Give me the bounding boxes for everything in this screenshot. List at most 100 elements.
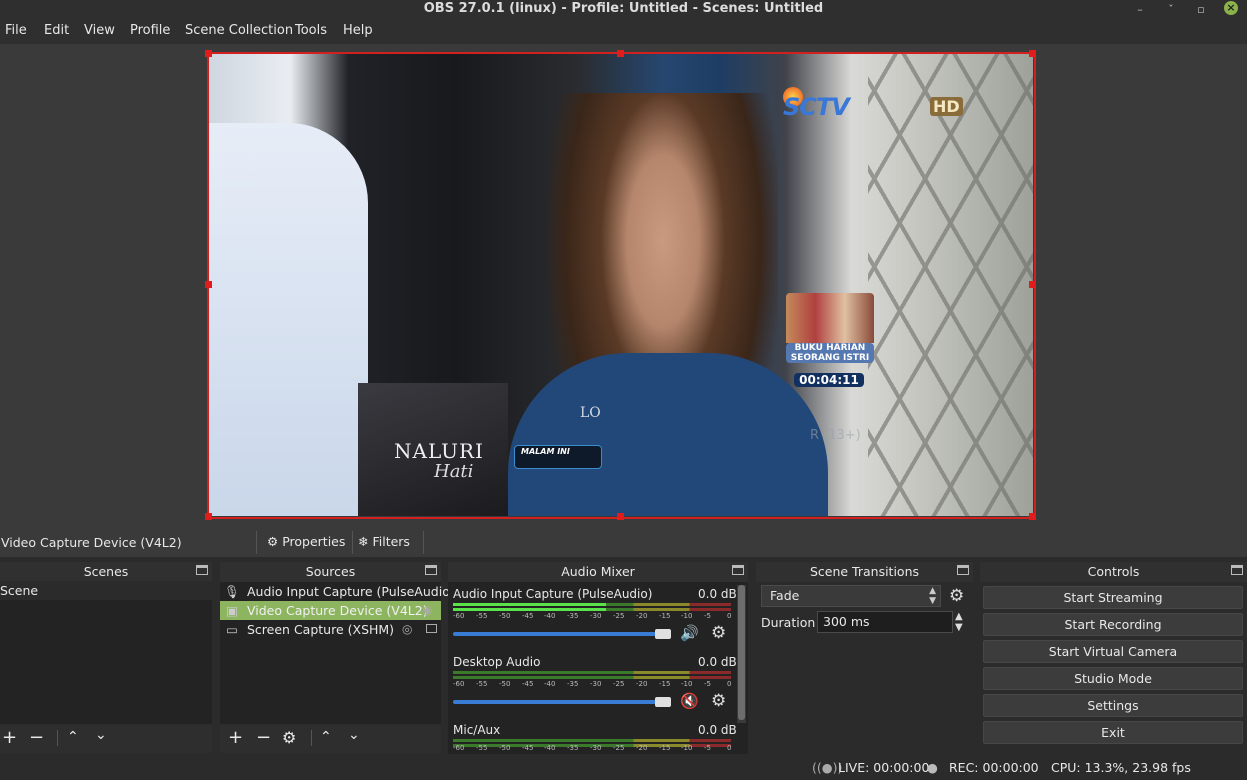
meter-tick-label: -30 <box>590 612 602 620</box>
meter-tick-label: -10 <box>681 744 693 752</box>
meter-tick-label: -35 <box>567 680 579 688</box>
mixer-channel-name: Desktop Audio <box>453 655 541 669</box>
start-virtual-camera-button[interactable]: Start Virtual Camera <box>983 640 1243 663</box>
meter-tick-label: -35 <box>567 744 579 752</box>
meter-tick-label: -60 <box>453 612 465 620</box>
meter-tick-label: -40 <box>544 612 556 620</box>
undock-icon[interactable] <box>732 565 744 575</box>
camera-icon: ▣ <box>226 603 238 618</box>
filters-button[interactable]: ❄ Filters <box>358 534 410 549</box>
meter-tick-label: -40 <box>544 744 556 752</box>
meter-tick-label: -25 <box>613 612 625 620</box>
resize-handle[interactable] <box>1029 513 1036 520</box>
gear-icon[interactable]: ⚙ <box>282 728 296 747</box>
resize-handle[interactable] <box>617 50 624 57</box>
exit-button[interactable]: Exit <box>983 721 1243 744</box>
lock-icon[interactable] <box>426 624 437 633</box>
speaker-icon[interactable]: 🔊 <box>680 624 699 642</box>
controls-title: Controls <box>1087 564 1140 579</box>
meter-tick-label: -50 <box>499 744 511 752</box>
resize-handle[interactable] <box>205 281 212 288</box>
visibility-eye-icon[interactable]: ◉ <box>422 601 432 620</box>
resize-handle[interactable] <box>1029 50 1036 57</box>
meter-tick-label: -25 <box>613 680 625 688</box>
scene-item[interactable]: Scene <box>0 581 212 600</box>
maximize-icon[interactable]: ▫ <box>1192 1 1210 19</box>
selection-border <box>207 52 1036 519</box>
gear-icon[interactable]: ⚙ <box>711 691 726 711</box>
menu-view[interactable]: View <box>84 23 115 38</box>
divider <box>57 730 58 746</box>
minimize-icon[interactable]: – <box>1131 1 1149 19</box>
mixer-scrollbar[interactable] <box>737 585 746 723</box>
spin-up-icon[interactable]: ▲ <box>955 611 963 622</box>
duration-label: Duration <box>761 615 816 630</box>
transition-select[interactable]: Fade ▲ ▼ <box>761 585 941 607</box>
undock-icon[interactable] <box>957 565 969 575</box>
move-down-icon[interactable]: ⌄ <box>348 727 360 743</box>
undock-icon[interactable] <box>425 565 437 575</box>
source-item-video-capture[interactable]: ▣ Video Capture Device (V4L2) ◉ <box>220 601 441 620</box>
start-streaming-button[interactable]: Start Streaming <box>983 586 1243 609</box>
menu-edit[interactable]: Edit <box>44 23 69 38</box>
move-down-icon[interactable]: ⌄ <box>95 727 107 743</box>
volume-slider[interactable] <box>453 700 669 704</box>
filters-label: Filters <box>372 534 410 549</box>
source-item-audio-input[interactable]: 🎙 Audio Input Capture (PulseAudio) <box>220 582 455 601</box>
menu-bar: File Edit View Profile Scene Collection … <box>0 20 1247 44</box>
resize-handle[interactable] <box>205 50 212 57</box>
transitions-panel <box>756 582 973 754</box>
move-up-icon[interactable]: ⌃ <box>320 729 332 745</box>
divider <box>352 531 353 554</box>
volume-slider[interactable] <box>453 632 669 636</box>
meter-ticks: -60 -55 -50 -45 -40 -35 -30 -25 -20 -15 -10 -5 0 <box>453 610 731 622</box>
scrollbar-thumb[interactable] <box>738 585 745 720</box>
source-label: Audio Input Capture (PulseAudio) <box>247 584 455 599</box>
move-up-icon[interactable]: ⌃ <box>67 729 79 745</box>
meter-tick-label: -10 <box>681 612 693 620</box>
resize-handle[interactable] <box>617 513 624 520</box>
monitor-icon: ▭ <box>226 622 238 637</box>
resize-handle[interactable] <box>1029 281 1036 288</box>
meter-tick-label: -30 <box>590 680 602 688</box>
source-label: Screen Capture (XSHM) <box>247 622 395 637</box>
undock-icon[interactable] <box>1231 565 1243 575</box>
meter-tick-label: -40 <box>544 680 556 688</box>
transitions-title: Scene Transitions <box>809 564 920 579</box>
remove-source-button[interactable]: − <box>256 727 271 748</box>
studio-mode-button[interactable]: Studio Mode <box>983 667 1243 690</box>
volume-slider-handle[interactable] <box>655 629 671 639</box>
volume-slider-handle[interactable] <box>655 697 671 707</box>
menu-scene-collection[interactable]: Scene Collection <box>185 23 293 38</box>
hidden-eye-icon[interactable]: ◎ <box>402 620 412 639</box>
scenes-toolbar: + − ⌃ ⌄ <box>0 725 212 753</box>
cpu-fps: CPU: 13.3%, 23.98 fps <box>1051 760 1191 775</box>
transitions-header: Scene Transitions <box>756 562 973 582</box>
undock-icon[interactable] <box>196 565 208 575</box>
add-scene-button[interactable]: + <box>2 727 17 748</box>
status-bar: ((●)) LIVE: 00:00:00 ● REC: 00:00:00 CPU… <box>0 755 1247 780</box>
spin-down-icon[interactable]: ▼ <box>955 622 963 633</box>
properties-button[interactable]: ⚙ Properties <box>267 534 345 549</box>
close-icon[interactable]: × <box>1224 1 1238 15</box>
source-item-screen-capture[interactable]: ▭ Screen Capture (XSHM) ◎ <box>220 620 441 639</box>
muted-speaker-icon[interactable]: 🔇 <box>680 692 699 710</box>
menu-help[interactable]: Help <box>343 23 373 38</box>
updown-arrows-icon: ▲ ▼ <box>929 586 936 606</box>
meter-tick-label: -20 <box>636 680 648 688</box>
add-source-button[interactable]: + <box>228 727 243 748</box>
gear-icon[interactable]: ⚙ <box>711 623 726 643</box>
menu-file[interactable]: File <box>5 23 27 38</box>
gear-icon[interactable]: ⚙ <box>949 586 964 606</box>
mixer-title: Audio Mixer <box>561 564 635 579</box>
start-recording-button[interactable]: Start Recording <box>983 613 1243 636</box>
meter-tick-label: -45 <box>522 612 534 620</box>
remove-scene-button[interactable]: − <box>29 727 44 748</box>
chevron-down-icon[interactable]: ˇ <box>1162 1 1180 19</box>
resize-handle[interactable] <box>205 513 212 520</box>
settings-button[interactable]: Settings <box>983 694 1243 717</box>
menu-tools[interactable]: Tools <box>295 23 327 38</box>
duration-input[interactable]: 300 ms <box>817 611 953 633</box>
menu-profile[interactable]: Profile <box>130 23 170 38</box>
meter-tick-label: -45 <box>522 680 534 688</box>
